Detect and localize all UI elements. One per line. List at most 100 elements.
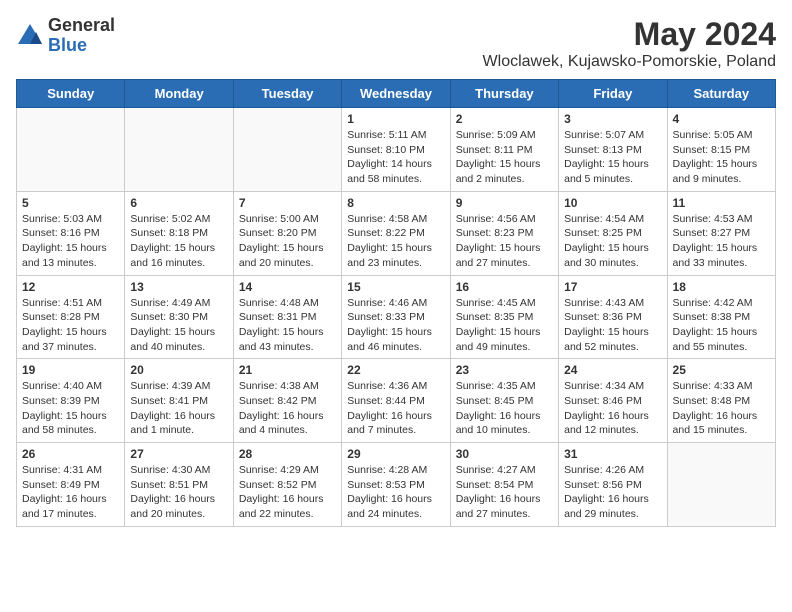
calendar-cell: 28 Sunrise: 4:29 AM Sunset: 8:52 PM Dayli… bbox=[233, 443, 341, 527]
day-number: 30 bbox=[456, 447, 553, 461]
calendar-cell: 31 Sunrise: 4:26 AM Sunset: 8:56 PM Dayli… bbox=[559, 443, 667, 527]
calendar-cell: 7Sunrise: 5:00 AM Sunset: 8:20 PM Daylig… bbox=[233, 191, 341, 275]
day-number: 5 bbox=[22, 196, 119, 210]
calendar-cell: 6 Sunrise: 5:02 AM Sunset: 8:18 PM Daylig… bbox=[125, 191, 233, 275]
week-row-4: 19 Sunrise: 4:40 AM Sunset: 8:39 PM Dayli… bbox=[17, 359, 776, 443]
calendar-cell: 10 Sunrise: 4:54 AM Sunset: 8:25 PM Dayli… bbox=[559, 191, 667, 275]
calendar-cell: 23 Sunrise: 4:35 AM Sunset: 8:45 PM Dayli… bbox=[450, 359, 558, 443]
cell-info: Sunrise: 4:53 AM Sunset: 8:27 PM Dayligh… bbox=[673, 212, 770, 271]
cell-info: Sunrise: 4:31 AM Sunset: 8:49 PM Dayligh… bbox=[22, 463, 119, 522]
calendar-cell bbox=[125, 108, 233, 192]
calendar-cell: 3Sunrise: 5:07 AM Sunset: 8:13 PM Daylig… bbox=[559, 108, 667, 192]
cell-info: Sunrise: 4:46 AM Sunset: 8:33 PM Dayligh… bbox=[347, 296, 444, 355]
cell-info: Sunrise: 5:03 AM Sunset: 8:16 PM Dayligh… bbox=[22, 212, 119, 271]
calendar-cell: 12Sunrise: 4:51 AM Sunset: 8:28 PM Dayli… bbox=[17, 275, 125, 359]
day-number: 6 bbox=[130, 196, 227, 210]
cell-info: Sunrise: 4:45 AM Sunset: 8:35 PM Dayligh… bbox=[456, 296, 553, 355]
day-number: 22 bbox=[347, 363, 444, 377]
calendar-cell: 29 Sunrise: 4:28 AM Sunset: 8:53 PM Dayli… bbox=[342, 443, 450, 527]
cell-info: Sunrise: 4:39 AM Sunset: 8:41 PM Dayligh… bbox=[130, 379, 227, 438]
cell-info: Sunrise: 5:02 AM Sunset: 8:18 PM Dayligh… bbox=[130, 212, 227, 271]
calendar-table: SundayMondayTuesdayWednesdayThursdayFrid… bbox=[16, 79, 776, 527]
cell-info: Sunrise: 4:49 AM Sunset: 8:30 PM Dayligh… bbox=[130, 296, 227, 355]
cell-info: Sunrise: 4:35 AM Sunset: 8:45 PM Dayligh… bbox=[456, 379, 553, 438]
calendar-cell: 14 Sunrise: 4:48 AM Sunset: 8:31 PM Dayli… bbox=[233, 275, 341, 359]
day-number: 13 bbox=[130, 280, 227, 294]
day-number: 10 bbox=[564, 196, 661, 210]
day-number: 29 bbox=[347, 447, 444, 461]
calendar-cell: 5 Sunrise: 5:03 AM Sunset: 8:16 PM Daylig… bbox=[17, 191, 125, 275]
calendar-cell bbox=[17, 108, 125, 192]
day-number: 26 bbox=[22, 447, 119, 461]
cell-info: Sunrise: 5:05 AM Sunset: 8:15 PM Dayligh… bbox=[673, 128, 770, 187]
cell-info: Sunrise: 4:40 AM Sunset: 8:39 PM Dayligh… bbox=[22, 379, 119, 438]
page-header: General Blue May 2024 Wloclawek, Kujawsk… bbox=[16, 16, 776, 71]
calendar-cell: 15 Sunrise: 4:46 AM Sunset: 8:33 PM Dayli… bbox=[342, 275, 450, 359]
logo-text: General Blue bbox=[48, 16, 115, 56]
cell-info: Sunrise: 5:11 AM Sunset: 8:10 PM Dayligh… bbox=[347, 128, 444, 187]
calendar-cell: 30 Sunrise: 4:27 AM Sunset: 8:54 PM Dayli… bbox=[450, 443, 558, 527]
calendar-cell: 20Sunrise: 4:39 AM Sunset: 8:41 PM Dayli… bbox=[125, 359, 233, 443]
day-header-friday: Friday bbox=[559, 80, 667, 108]
logo: General Blue bbox=[16, 16, 115, 56]
calendar-cell: 27 Sunrise: 4:30 AM Sunset: 8:51 PM Dayli… bbox=[125, 443, 233, 527]
cell-info: Sunrise: 4:48 AM Sunset: 8:31 PM Dayligh… bbox=[239, 296, 336, 355]
day-number: 24 bbox=[564, 363, 661, 377]
cell-info: Sunrise: 4:54 AM Sunset: 8:25 PM Dayligh… bbox=[564, 212, 661, 271]
week-row-5: 26 Sunrise: 4:31 AM Sunset: 8:49 PM Dayli… bbox=[17, 443, 776, 527]
cell-info: Sunrise: 4:33 AM Sunset: 8:48 PM Dayligh… bbox=[673, 379, 770, 438]
day-number: 9 bbox=[456, 196, 553, 210]
title-section: May 2024 Wloclawek, Kujawsko-Pomorskie, … bbox=[483, 16, 776, 71]
logo-icon bbox=[16, 22, 44, 50]
logo-general: General bbox=[48, 16, 115, 36]
day-number: 8 bbox=[347, 196, 444, 210]
day-number: 19 bbox=[22, 363, 119, 377]
cell-info: Sunrise: 4:58 AM Sunset: 8:22 PM Dayligh… bbox=[347, 212, 444, 271]
day-header-monday: Monday bbox=[125, 80, 233, 108]
calendar-cell: 24Sunrise: 4:34 AM Sunset: 8:46 PM Dayli… bbox=[559, 359, 667, 443]
cell-info: Sunrise: 4:42 AM Sunset: 8:38 PM Dayligh… bbox=[673, 296, 770, 355]
calendar-cell: 4 Sunrise: 5:05 AM Sunset: 8:15 PM Daylig… bbox=[667, 108, 775, 192]
day-number: 4 bbox=[673, 112, 770, 126]
calendar-cell bbox=[233, 108, 341, 192]
day-number: 31 bbox=[564, 447, 661, 461]
calendar-cell: 17Sunrise: 4:43 AM Sunset: 8:36 PM Dayli… bbox=[559, 275, 667, 359]
calendar-cell: 25Sunrise: 4:33 AM Sunset: 8:48 PM Dayli… bbox=[667, 359, 775, 443]
week-row-3: 12Sunrise: 4:51 AM Sunset: 8:28 PM Dayli… bbox=[17, 275, 776, 359]
cell-info: Sunrise: 4:29 AM Sunset: 8:52 PM Dayligh… bbox=[239, 463, 336, 522]
calendar-cell: 26 Sunrise: 4:31 AM Sunset: 8:49 PM Dayli… bbox=[17, 443, 125, 527]
calendar-cell: 13 Sunrise: 4:49 AM Sunset: 8:30 PM Dayli… bbox=[125, 275, 233, 359]
cell-info: Sunrise: 4:27 AM Sunset: 8:54 PM Dayligh… bbox=[456, 463, 553, 522]
day-number: 18 bbox=[673, 280, 770, 294]
day-number: 15 bbox=[347, 280, 444, 294]
calendar-cell: 2Sunrise: 5:09 AM Sunset: 8:11 PM Daylig… bbox=[450, 108, 558, 192]
day-number: 27 bbox=[130, 447, 227, 461]
cell-info: Sunrise: 4:30 AM Sunset: 8:51 PM Dayligh… bbox=[130, 463, 227, 522]
day-number: 17 bbox=[564, 280, 661, 294]
day-header-saturday: Saturday bbox=[667, 80, 775, 108]
day-header-sunday: Sunday bbox=[17, 80, 125, 108]
calendar-cell: 11 Sunrise: 4:53 AM Sunset: 8:27 PM Dayli… bbox=[667, 191, 775, 275]
day-number: 11 bbox=[673, 196, 770, 210]
day-number: 14 bbox=[239, 280, 336, 294]
cell-info: Sunrise: 5:07 AM Sunset: 8:13 PM Dayligh… bbox=[564, 128, 661, 187]
day-number: 23 bbox=[456, 363, 553, 377]
logo-blue: Blue bbox=[48, 36, 115, 56]
week-row-2: 5 Sunrise: 5:03 AM Sunset: 8:16 PM Daylig… bbox=[17, 191, 776, 275]
cell-info: Sunrise: 5:00 AM Sunset: 8:20 PM Dayligh… bbox=[239, 212, 336, 271]
day-header-tuesday: Tuesday bbox=[233, 80, 341, 108]
cell-info: Sunrise: 4:28 AM Sunset: 8:53 PM Dayligh… bbox=[347, 463, 444, 522]
day-number: 12 bbox=[22, 280, 119, 294]
calendar-cell: 19 Sunrise: 4:40 AM Sunset: 8:39 PM Dayli… bbox=[17, 359, 125, 443]
header-row: SundayMondayTuesdayWednesdayThursdayFrid… bbox=[17, 80, 776, 108]
cell-info: Sunrise: 4:26 AM Sunset: 8:56 PM Dayligh… bbox=[564, 463, 661, 522]
calendar-cell: 1 Sunrise: 5:11 AM Sunset: 8:10 PM Daylig… bbox=[342, 108, 450, 192]
day-number: 21 bbox=[239, 363, 336, 377]
calendar-cell bbox=[667, 443, 775, 527]
day-number: 28 bbox=[239, 447, 336, 461]
calendar-cell: 16Sunrise: 4:45 AM Sunset: 8:35 PM Dayli… bbox=[450, 275, 558, 359]
day-number: 1 bbox=[347, 112, 444, 126]
calendar-cell: 22Sunrise: 4:36 AM Sunset: 8:44 PM Dayli… bbox=[342, 359, 450, 443]
cell-info: Sunrise: 4:56 AM Sunset: 8:23 PM Dayligh… bbox=[456, 212, 553, 271]
cell-info: Sunrise: 4:38 AM Sunset: 8:42 PM Dayligh… bbox=[239, 379, 336, 438]
